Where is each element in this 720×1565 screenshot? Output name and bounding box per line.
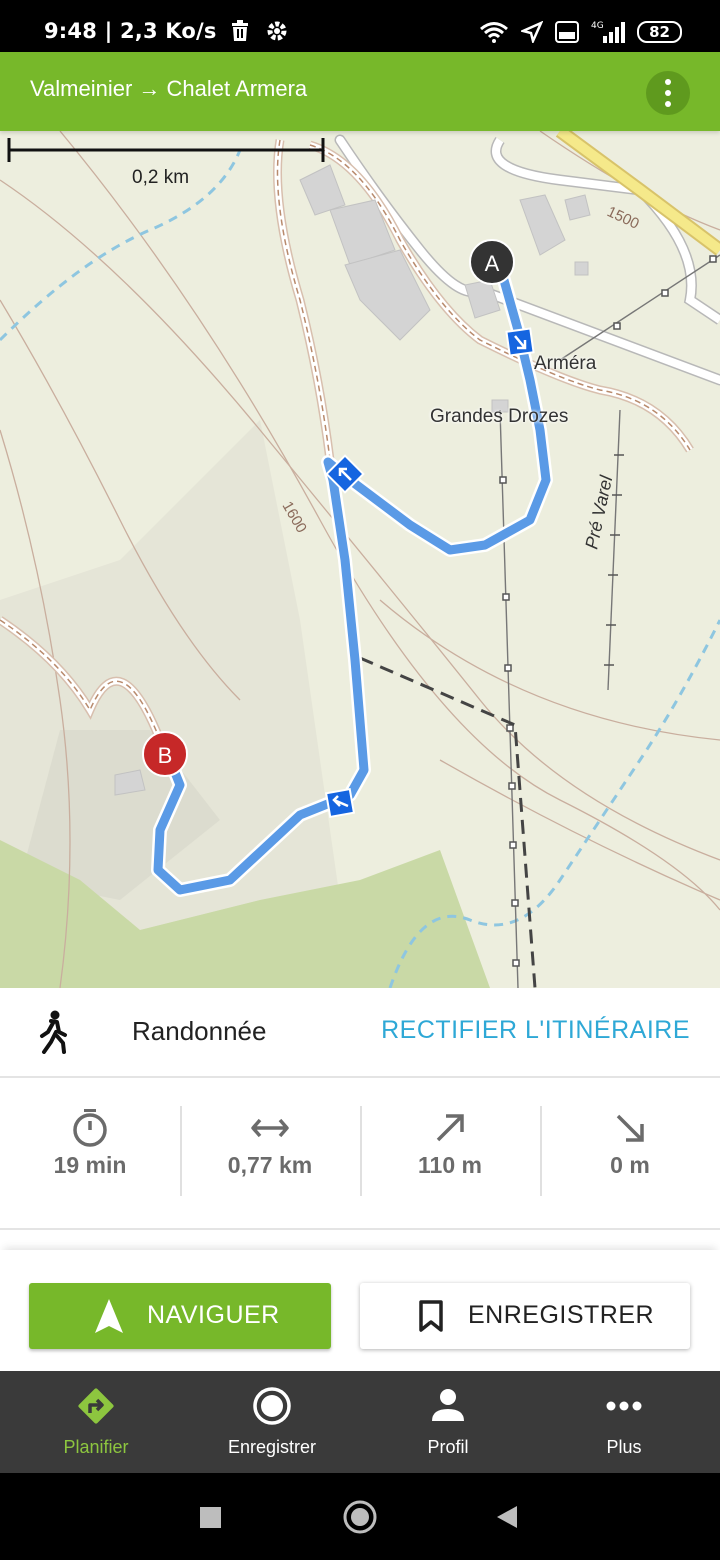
map-label-armera: Arméra <box>534 353 597 374</box>
start-marker[interactable]: A <box>469 239 515 285</box>
network-speed: 2,3 Ko/s <box>119 19 217 43</box>
recents-icon[interactable] <box>200 1507 221 1528</box>
more-icon <box>606 1401 642 1411</box>
rectify-route-link[interactable]: RECTIFIER L'ITINÉRAIRE <box>381 1016 690 1045</box>
nav-item-profil[interactable]: Profil <box>360 1371 536 1473</box>
bookmark-icon <box>419 1300 443 1332</box>
save-label: ENREGISTRER <box>468 1301 655 1329</box>
descent-arrow-icon <box>616 1114 644 1142</box>
route-title: Valmeinier → Chalet Armera <box>30 76 308 101</box>
nav-label-profil: Profil <box>427 1437 469 1457</box>
map-canvas[interactable]: A B 1500 1600 Pré Varel <box>0 131 720 988</box>
stat-ascent: 110 m <box>360 1078 540 1228</box>
stat-duration: 19 min <box>0 1078 180 1228</box>
svg-text:B: B <box>158 743 173 768</box>
navigate-button[interactable]: NAVIGUER <box>29 1283 331 1349</box>
scale-label: 0,2 km <box>132 167 190 188</box>
directions-icon <box>78 1388 114 1424</box>
end-marker[interactable]: B <box>142 731 188 777</box>
settings-icon <box>267 21 287 41</box>
navigate-label: NAVIGUER <box>147 1301 280 1329</box>
volte-icon <box>555 21 580 43</box>
nav-label-enregistrer: Enregistrer <box>227 1437 317 1457</box>
status-bar: 9:48 | 2,3 Ko/s 4G 82 <box>0 0 720 52</box>
battery-indicator: 82 <box>637 21 682 43</box>
app-bar: Valmeinier → Chalet Armera <box>0 52 720 131</box>
record-icon <box>253 1387 291 1425</box>
turn-arrow-down-icon <box>505 327 535 357</box>
stat-distance: 0,77 km <box>180 1078 360 1228</box>
overflow-menu-button[interactable] <box>646 71 690 115</box>
stat-descent: 0 m <box>540 1078 720 1228</box>
descent-value: 0 m <box>610 1152 650 1178</box>
route-stats: 19 min 0,77 km 110 m 0 m <box>0 1078 720 1230</box>
wifi-icon <box>480 22 509 43</box>
location-icon <box>521 21 544 43</box>
map-view[interactable]: A B 1500 1600 Pré Varel 0,2 km Arméra Gr… <box>0 131 720 988</box>
distance-value: 0,77 km <box>227 1152 313 1178</box>
signal-icon: 4G <box>591 21 626 43</box>
back-icon[interactable] <box>497 1506 517 1528</box>
nav-label-planifier: Planifier <box>63 1437 129 1457</box>
save-route-button[interactable]: ENREGISTRER <box>360 1283 690 1349</box>
status-left: 9:48 | 2,3 Ko/s <box>44 18 288 43</box>
route-summary-sheet: Randonnée RECTIFIER L'ITINÉRAIRE 19 min … <box>0 988 720 1370</box>
ascent-arrow-icon <box>436 1114 464 1142</box>
nav-item-planifier[interactable]: Planifier <box>8 1371 184 1473</box>
nav-label-plus: Plus <box>606 1437 642 1457</box>
trash-icon <box>232 20 249 41</box>
status-right: 4G 82 <box>479 18 682 46</box>
system-navigation-bar <box>0 1473 720 1560</box>
status-time: 9:48 <box>44 19 98 43</box>
home-icon[interactable] <box>343 1500 377 1534</box>
turn-arrow-left-icon <box>324 787 356 819</box>
svg-text:A: A <box>485 251 500 276</box>
timer-icon <box>73 1109 107 1147</box>
nav-item-plus[interactable]: Plus <box>536 1371 712 1473</box>
person-icon <box>432 1389 464 1421</box>
activity-row: Randonnée RECTIFIER L'ITINÉRAIRE <box>0 988 720 1078</box>
map-label-grandes-drozes: Grandes Drozes <box>430 406 569 427</box>
svg-text:4G: 4G <box>591 21 604 31</box>
duration-value: 19 min <box>53 1152 127 1178</box>
hiking-icon <box>40 1010 67 1054</box>
distance-arrows-icon <box>251 1118 289 1138</box>
more-vert-icon <box>665 79 671 85</box>
action-bar: NAVIGUER ENREGISTRER <box>0 1250 720 1370</box>
bottom-navigation: Planifier Enregistrer Profil Plus <box>0 1371 720 1473</box>
navigation-arrow-icon <box>95 1299 123 1333</box>
nav-item-enregistrer[interactable]: Enregistrer <box>184 1371 360 1473</box>
activity-label: Randonnée <box>132 1016 267 1046</box>
ascent-value: 110 m <box>418 1152 482 1178</box>
